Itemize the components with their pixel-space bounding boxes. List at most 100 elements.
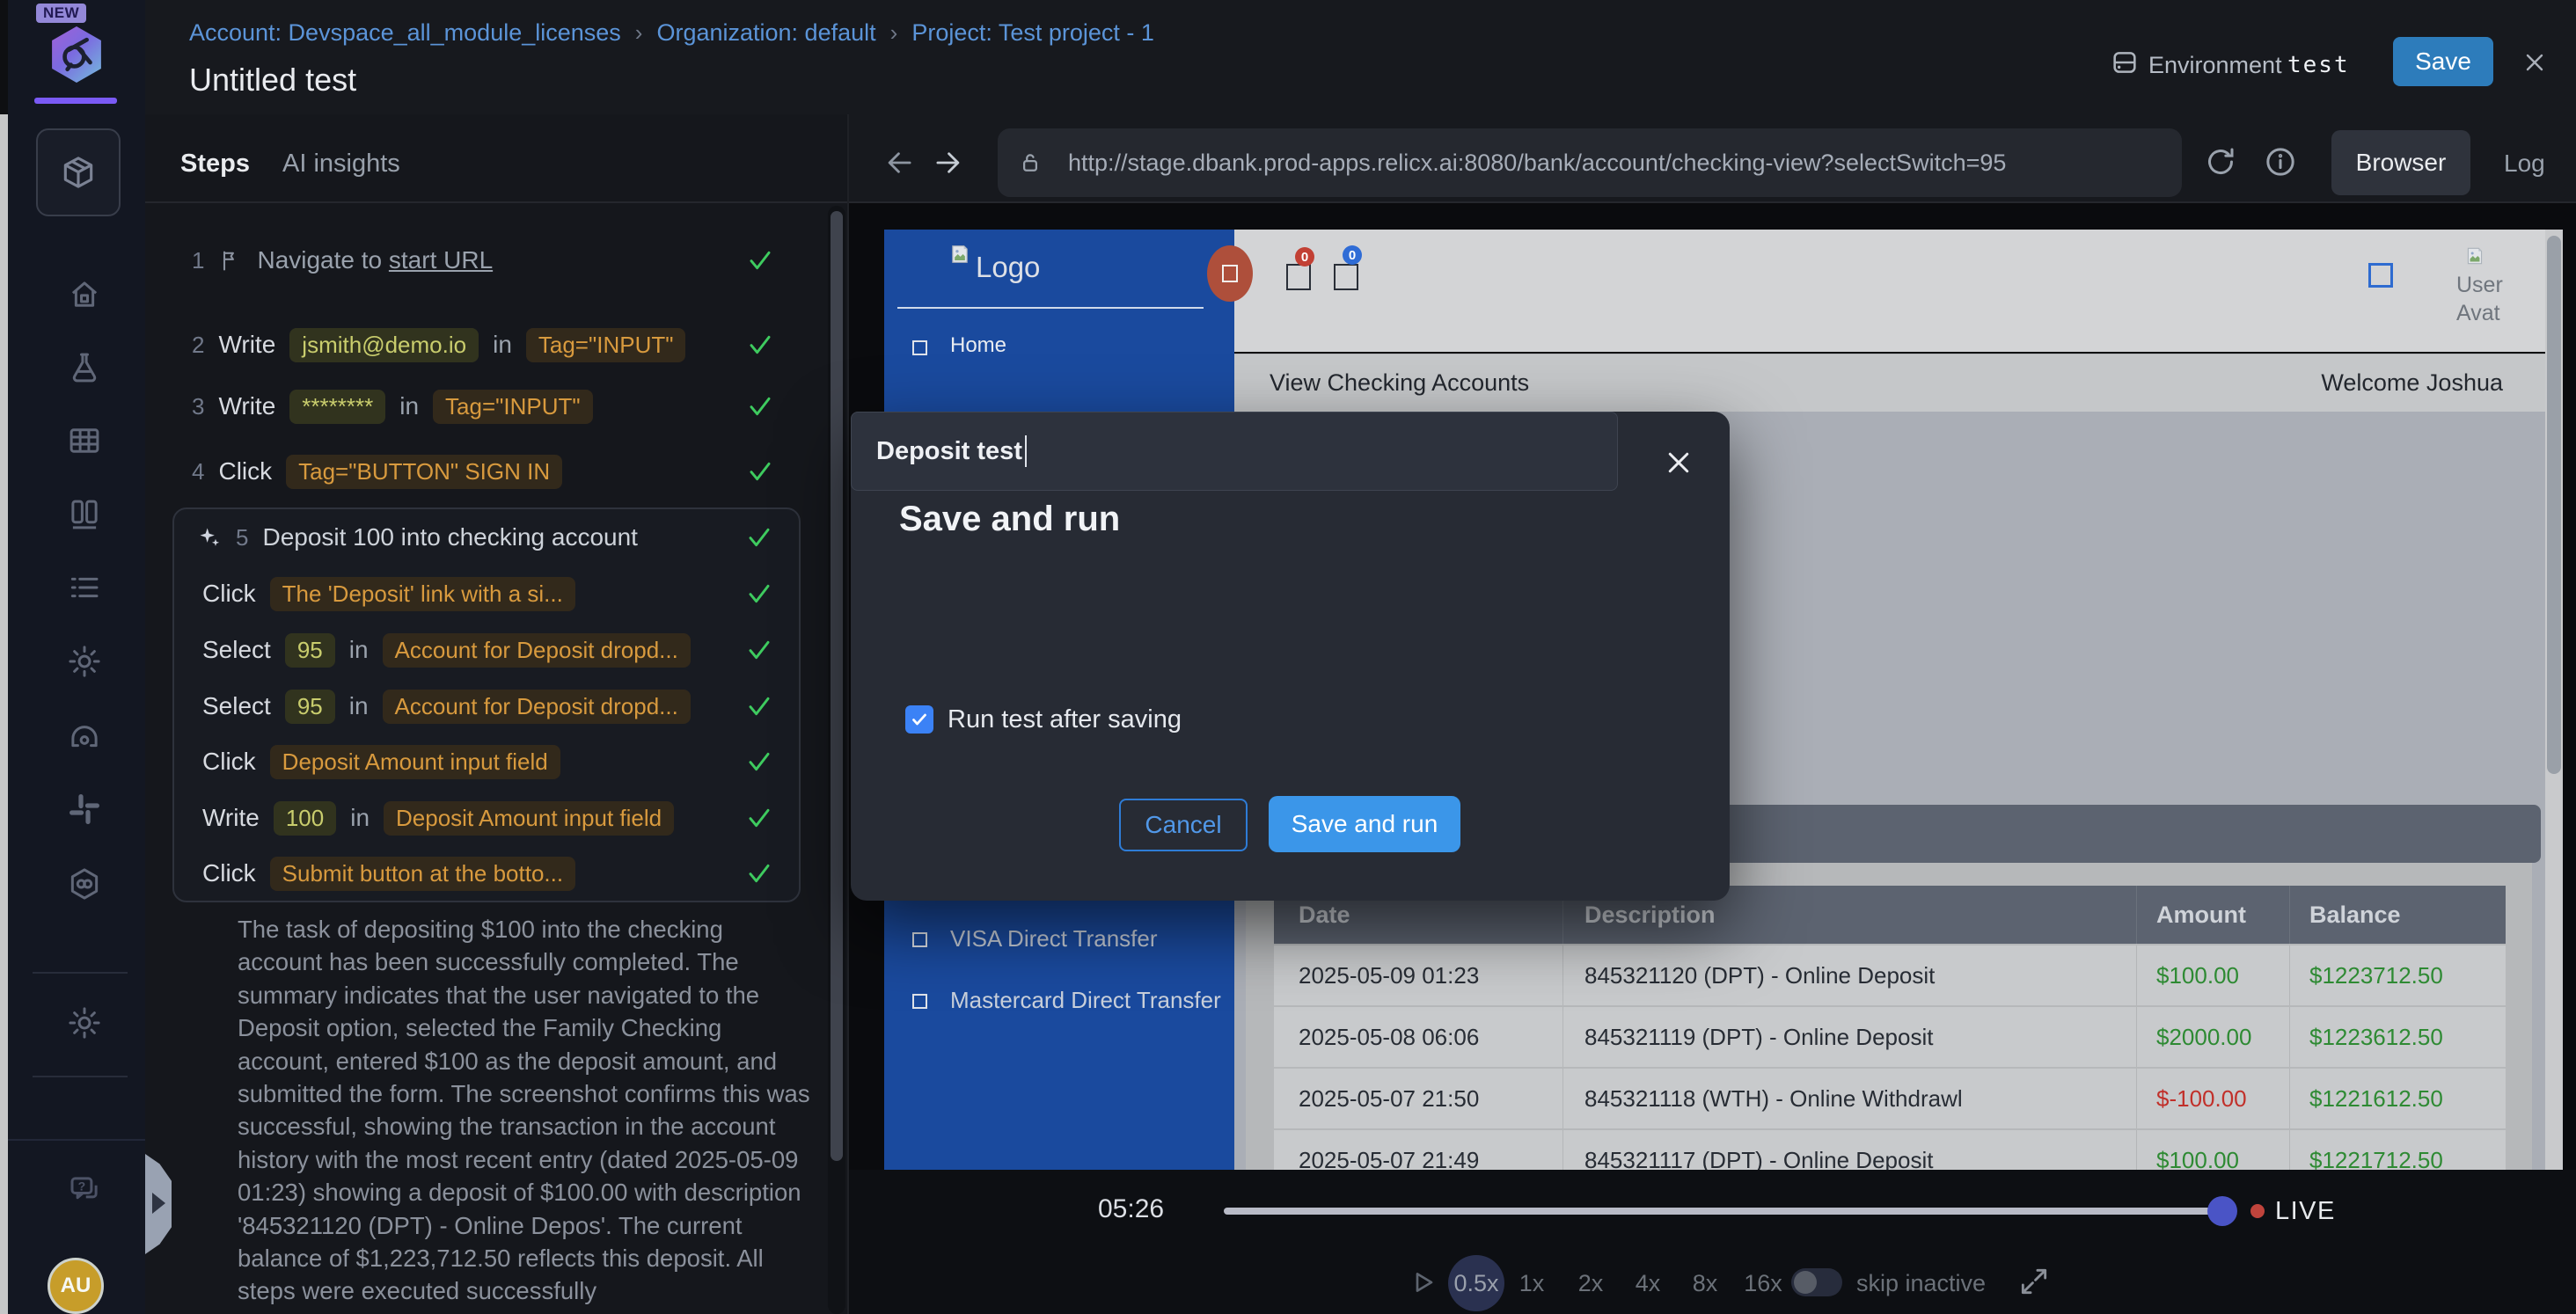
link-hexagon-icon[interactable] (66, 865, 103, 902)
close-icon[interactable] (2521, 48, 2549, 77)
substep-row[interactable]: Click The 'Deposit' link with a si... (202, 569, 575, 618)
speed-8x[interactable]: 8x (1693, 1270, 1718, 1297)
refresh-icon[interactable] (2203, 144, 2238, 179)
grid-table-icon[interactable] (66, 422, 103, 459)
substep-row[interactable]: Select 95 in Account for Deposit dropd..… (202, 682, 691, 731)
message-icon[interactable] (1334, 264, 1358, 290)
modal-close-icon[interactable] (1663, 447, 1694, 478)
col-header-amount[interactable]: Amount (2137, 886, 2290, 944)
scrollbar-thumb[interactable] (831, 211, 843, 1161)
step-row-4[interactable]: 4 Click Tag="BUTTON" SIGN IN (192, 447, 562, 496)
table-row[interactable]: 2025-05-08 06:06 845321119 (DPT) - Onlin… (1274, 1007, 2506, 1067)
checkbox-label[interactable]: Run test after saving (948, 705, 1182, 734)
tab-log[interactable]: Log (2504, 150, 2545, 178)
timeline-knob[interactable] (2207, 1196, 2237, 1226)
bank-nav-divider (897, 307, 1204, 309)
save-button[interactable]: Save (2393, 37, 2493, 86)
locator-badge: Deposit Amount input field (384, 801, 674, 836)
speed-1x[interactable]: 1x (1519, 1270, 1545, 1297)
step-row-1[interactable]: 1 Navigate to start URL (192, 236, 493, 285)
breadcrumb-account[interactable]: Account: Devspace_all_module_licenses (189, 19, 621, 47)
url-text[interactable]: http://stage.dbank.prod-apps.relicx.ai:8… (1068, 150, 2006, 177)
substep-row[interactable]: Click Submit button at the botto... (202, 849, 575, 898)
notification-icon[interactable] (1286, 264, 1311, 290)
home-icon[interactable] (66, 276, 103, 313)
environment-value[interactable]: test (2287, 52, 2350, 78)
sidebar-bottom-border (8, 1139, 145, 1141)
value-badge: jsmith@demo.io (289, 328, 479, 362)
save-and-run-button[interactable]: Save and run (1269, 796, 1460, 852)
info-icon[interactable] (2263, 144, 2298, 179)
bank-logo-alt[interactable]: Logo (976, 251, 1040, 284)
slack-icon[interactable] (66, 791, 103, 828)
breadcrumb-organization[interactable]: Organization: default (656, 19, 875, 47)
active-tab-indicator (34, 98, 117, 104)
columns-icon[interactable] (66, 496, 103, 533)
start-url-link[interactable]: start URL (389, 246, 493, 274)
nav-bullet-icon (912, 340, 927, 355)
speed-2x[interactable]: 2x (1578, 1270, 1604, 1297)
table-row[interactable]: 2025-05-07 21:50 845321118 (WTH) - Onlin… (1274, 1069, 2506, 1128)
cancel-button[interactable]: Cancel (1119, 799, 1248, 851)
tab-browser[interactable]: Browser (2331, 130, 2470, 195)
ai-step-group[interactable]: 5 Deposit 100 into checking account Clic… (172, 507, 801, 902)
bank-nav-visa[interactable]: VISA Direct Transfer (950, 925, 1158, 953)
user-scan-icon[interactable] (66, 719, 103, 756)
input-value: Deposit test (876, 437, 1022, 466)
speed-0-5x[interactable]: 0.5x (1453, 1270, 1498, 1297)
user-avatar[interactable]: AU (48, 1258, 104, 1314)
bank-scrollbar[interactable] (2545, 230, 2563, 1172)
step-row-3[interactable]: 3 Write ******** in Tag="INPUT" (192, 382, 593, 431)
table-row[interactable]: 2025-05-07 21:49 845321117 (DPT) - Onlin… (1274, 1130, 2506, 1172)
tab-steps[interactable]: Steps (180, 150, 250, 179)
speed-16x[interactable]: 16x (1744, 1270, 1782, 1297)
top-header: Account: Devspace_all_module_licenses › … (145, 0, 2576, 114)
test-name-input[interactable]: Deposit test (851, 412, 1618, 491)
speed-4x[interactable]: 4x (1636, 1270, 1661, 1297)
back-icon[interactable] (883, 146, 917, 179)
bank-nav-mastercard[interactable]: Mastercard Direct Transfer (950, 987, 1221, 1014)
lock-open-icon (1017, 150, 1043, 176)
save-and-run-modal: Save and run Deposit test Run test after… (851, 412, 1730, 901)
substep-row[interactable]: Select 95 in Account for Deposit dropd..… (202, 625, 691, 675)
tab-ai-insights[interactable]: AI insights (282, 150, 400, 179)
help-chat-icon[interactable]: ? (66, 1172, 103, 1208)
group-step-label: Deposit 100 into checking account (262, 523, 638, 551)
step-check-icon (745, 859, 773, 887)
value-badge: ******** (289, 390, 385, 424)
timeline-track[interactable] (1224, 1208, 2218, 1215)
col-header-balance[interactable]: Balance (2290, 886, 2485, 944)
breadcrumb: Account: Devspace_all_module_licenses › … (189, 19, 1154, 47)
browser-toolbar: http://stage.dbank.prod-apps.relicx.ai:8… (849, 114, 2576, 201)
substep-row[interactable]: Click Deposit Amount input field (202, 737, 560, 786)
step-row-2[interactable]: 2 Write jsmith@demo.io in Tag="INPUT" (192, 320, 685, 369)
play-icon[interactable] (1409, 1268, 1437, 1296)
run-after-save-checkbox[interactable] (905, 705, 933, 734)
welcome-text: Welcome Joshua (2252, 354, 2503, 412)
step-row-5[interactable]: 5 Deposit 100 into checking account (197, 513, 638, 562)
bank-nav-home[interactable]: Home (950, 333, 1006, 358)
fullscreen-icon[interactable] (2017, 1265, 2051, 1298)
toggle-knob (1794, 1271, 1817, 1294)
scrollbar-thumb[interactable] (2547, 236, 2561, 774)
substep-row[interactable]: Write 100 in Deposit Amount input field (202, 793, 674, 843)
steps-scrollbar[interactable] (828, 206, 845, 1314)
broken-image-icon (948, 242, 972, 266)
forward-icon[interactable] (931, 146, 964, 179)
sidebar-item-tests[interactable] (36, 128, 121, 216)
url-bar[interactable]: http://stage.dbank.prod-apps.relicx.ai:8… (998, 128, 2182, 197)
avatar-alt-text: User Avat (2456, 271, 2525, 327)
steps-panel: Steps AI insights 1 Navigate to start UR… (145, 114, 849, 1314)
app-logo-icon[interactable] (49, 26, 104, 83)
locator-badge: Account for Deposit dropd... (383, 633, 691, 668)
settings-gear-icon[interactable] (66, 1004, 103, 1041)
list-icon[interactable] (66, 569, 103, 606)
broken-avatar-icon (2463, 245, 2486, 267)
environment-label: Environment (2148, 52, 2282, 79)
breadcrumb-project[interactable]: Project: Test project - 1 (911, 19, 1154, 47)
skip-inactive-toggle[interactable] (1791, 1268, 1842, 1296)
lab-flask-icon[interactable] (66, 349, 103, 386)
nav-bullet-icon (912, 932, 927, 947)
gear-icon[interactable] (66, 643, 103, 680)
table-row[interactable]: 2025-05-09 01:23 845321120 (DPT) - Onlin… (1274, 945, 2506, 1005)
